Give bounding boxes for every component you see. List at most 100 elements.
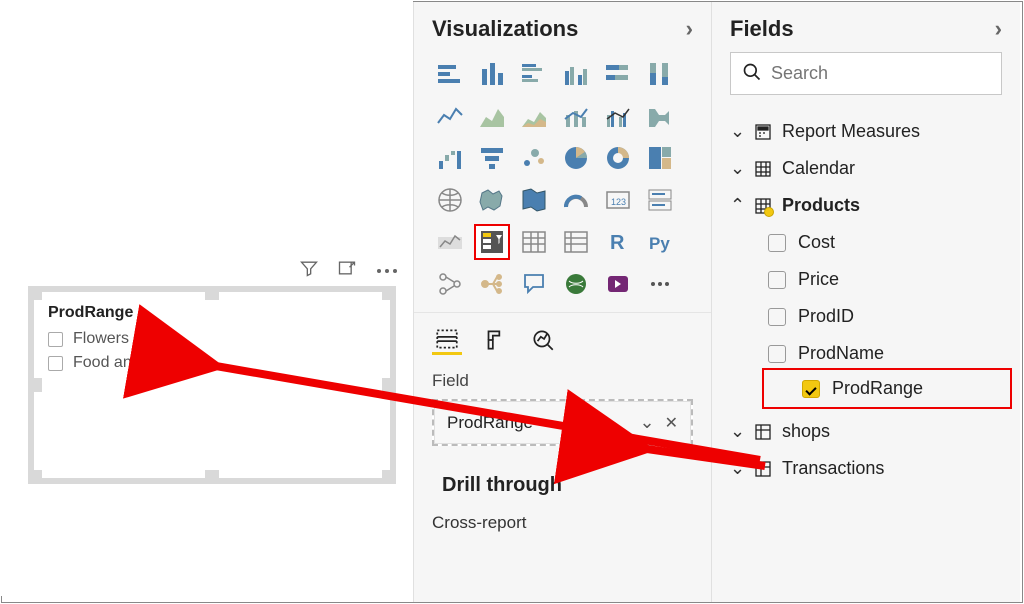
resize-handle[interactable] — [28, 470, 42, 484]
viz-treemap[interactable] — [642, 140, 678, 176]
viz-line-clustered-column[interactable] — [600, 98, 636, 134]
pane-header: Fields › — [712, 2, 1020, 52]
table-icon — [754, 197, 772, 215]
pane-title: Fields — [730, 16, 794, 42]
filter-icon[interactable] — [299, 258, 319, 278]
analytics-tab[interactable] — [528, 325, 558, 355]
more-icon[interactable] — [375, 260, 399, 276]
checkbox-icon[interactable] — [768, 271, 786, 289]
viz-map[interactable] — [432, 182, 468, 218]
collapse-icon[interactable]: › — [995, 16, 1002, 42]
viz-r[interactable]: R — [600, 224, 636, 260]
viz-filled-map[interactable] — [474, 182, 510, 218]
fields-tab[interactable] — [432, 325, 462, 355]
viz-stacked-bar[interactable] — [432, 56, 468, 92]
checkbox-icon[interactable] — [48, 356, 63, 371]
resize-handle[interactable] — [28, 378, 42, 392]
field-well-item[interactable]: ProdRange ⌄ ✕ — [434, 401, 691, 444]
field-well[interactable]: ProdRange ⌄ ✕ — [432, 399, 693, 446]
visualizations-pane: Visualizations › — [413, 2, 711, 602]
viz-pie[interactable] — [558, 140, 594, 176]
checkbox-icon[interactable] — [768, 234, 786, 252]
field-name: ProdID — [798, 306, 854, 327]
table-row[interactable]: ⌃ Products — [730, 187, 1012, 224]
table-row[interactable]: ⌄ shops — [730, 413, 1012, 450]
table-row[interactable]: ⌄ Report Measures — [730, 113, 1012, 150]
slicer-item[interactable]: Flowers — [48, 330, 376, 348]
remove-icon[interactable]: ✕ — [665, 413, 678, 433]
viz-more-icon[interactable] — [642, 266, 678, 302]
field-row[interactable]: Price — [730, 261, 1012, 298]
table-name: shops — [782, 421, 830, 442]
viz-arcgis[interactable] — [558, 266, 594, 302]
report-canvas[interactable]: ProdRange Flowers Food and Drink — [0, 0, 413, 596]
resize-handle[interactable] — [205, 286, 219, 300]
search-input[interactable] — [730, 52, 1002, 95]
table-name: Report Measures — [782, 121, 920, 142]
viz-python[interactable]: Py — [642, 224, 678, 260]
resize-handle[interactable] — [382, 470, 396, 484]
visual-gallery: 123 R Py — [414, 52, 711, 312]
field-row[interactable]: Cost — [730, 224, 1012, 261]
viz-decomposition[interactable] — [474, 266, 510, 302]
viz-card[interactable]: 123 — [600, 182, 636, 218]
chevron-down-icon: ⌄ — [730, 458, 744, 479]
viz-waterfall[interactable] — [432, 140, 468, 176]
viz-kpi[interactable] — [432, 224, 468, 260]
field-well-label: Field — [414, 361, 711, 399]
viz-funnel[interactable] — [474, 140, 510, 176]
table-icon — [754, 160, 772, 178]
slicer-visual[interactable]: ProdRange Flowers Food and Drink — [28, 286, 396, 484]
measures-icon — [754, 123, 772, 141]
table-row[interactable]: ⌄ Calendar — [730, 150, 1012, 187]
resize-handle[interactable] — [28, 286, 42, 300]
checkbox-icon[interactable] — [768, 345, 786, 363]
viz-stacked-column[interactable] — [474, 56, 510, 92]
collapse-icon[interactable]: › — [686, 16, 693, 42]
chevron-down-icon: ⌄ — [730, 121, 744, 142]
field-name: Cost — [798, 232, 835, 253]
chevron-down-icon[interactable]: ⌄ — [640, 412, 655, 433]
viz-qa[interactable] — [516, 266, 552, 302]
viz-line-stacked-column[interactable] — [558, 98, 594, 134]
viz-scatter[interactable] — [516, 140, 552, 176]
viz-stacked-area[interactable] — [516, 98, 552, 134]
viz-100-bar[interactable] — [600, 56, 636, 92]
field-tree: ⌄ Report Measures ⌄ Calendar ⌃ Products … — [712, 109, 1020, 487]
viz-matrix[interactable] — [558, 224, 594, 260]
app-root: ProdRange Flowers Food and Drink Visuali… — [0, 0, 1024, 604]
chevron-up-icon: ⌃ — [730, 195, 744, 216]
checkbox-icon[interactable] — [768, 308, 786, 326]
field-row[interactable]: ProdID — [730, 298, 1012, 335]
field-row-selected[interactable]: ProdRange — [762, 368, 1012, 409]
viz-clustered-column[interactable] — [558, 56, 594, 92]
focus-mode-icon[interactable] — [337, 258, 357, 278]
resize-handle[interactable] — [382, 286, 396, 300]
viz-key-influencers[interactable] — [432, 266, 468, 302]
viz-100-column[interactable] — [642, 56, 678, 92]
format-tab[interactable] — [480, 325, 510, 355]
slicer-item[interactable]: Food and Drink — [48, 354, 376, 372]
checkbox-checked-icon[interactable] — [802, 380, 820, 398]
viz-donut[interactable] — [600, 140, 636, 176]
resize-handle[interactable] — [205, 470, 219, 484]
svg-text:123: 123 — [611, 197, 626, 207]
viz-multi-card[interactable] — [642, 182, 678, 218]
field-row[interactable]: ProdName — [730, 335, 1012, 372]
checkbox-icon[interactable] — [48, 332, 63, 347]
viz-shape-map[interactable] — [516, 182, 552, 218]
viz-table[interactable] — [516, 224, 552, 260]
viz-powerapps[interactable] — [600, 266, 636, 302]
cross-report-label: Cross-report — [414, 503, 711, 533]
viz-slicer[interactable] — [474, 224, 510, 260]
viz-gauge[interactable] — [558, 182, 594, 218]
viz-ribbon[interactable] — [642, 98, 678, 134]
resize-handle[interactable] — [382, 378, 396, 392]
viz-line[interactable] — [432, 98, 468, 134]
table-icon — [754, 423, 772, 441]
table-row[interactable]: ⌄ Transactions — [730, 450, 1012, 487]
search-wrap — [730, 52, 1002, 95]
table-name: Calendar — [782, 158, 855, 179]
viz-clustered-bar[interactable] — [516, 56, 552, 92]
viz-area[interactable] — [474, 98, 510, 134]
